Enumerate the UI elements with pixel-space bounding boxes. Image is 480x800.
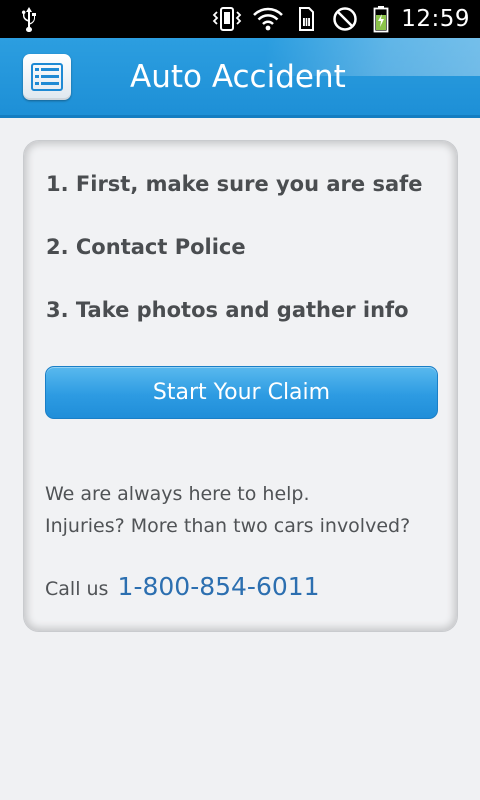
status-bar: 12:59 (0, 0, 480, 38)
call-us-label: Call us (45, 578, 109, 600)
status-clock: 12:59 (401, 6, 470, 32)
sim-card-icon (293, 0, 319, 38)
help-text-line-1: We are always here to help. (45, 483, 310, 505)
list-menu-icon (31, 63, 63, 91)
wifi-icon (250, 0, 286, 38)
page-title: Auto Accident (130, 59, 346, 95)
action-bar: Auto Accident (0, 38, 480, 118)
menu-button[interactable] (23, 54, 71, 100)
usb-icon (14, 0, 44, 38)
call-us-row: Call us 1-800-854-6011 (45, 572, 320, 601)
step-2-text: 2. Contact Police (46, 235, 246, 259)
vibrate-icon (210, 0, 244, 38)
battery-charging-icon (368, 0, 394, 38)
step-1-text: 1. First, make sure you are safe (46, 172, 423, 196)
start-claim-button[interactable]: Start Your Claim (45, 366, 438, 419)
phone-number-link[interactable]: 1-800-854-6011 (118, 572, 320, 601)
help-text-line-2: Injuries? More than two cars involved? (45, 515, 411, 537)
blocked-icon (328, 0, 362, 38)
step-3-text: 3. Take photos and gather info (46, 298, 409, 322)
instructions-card: 1. First, make sure you are safe 2. Cont… (23, 140, 458, 632)
